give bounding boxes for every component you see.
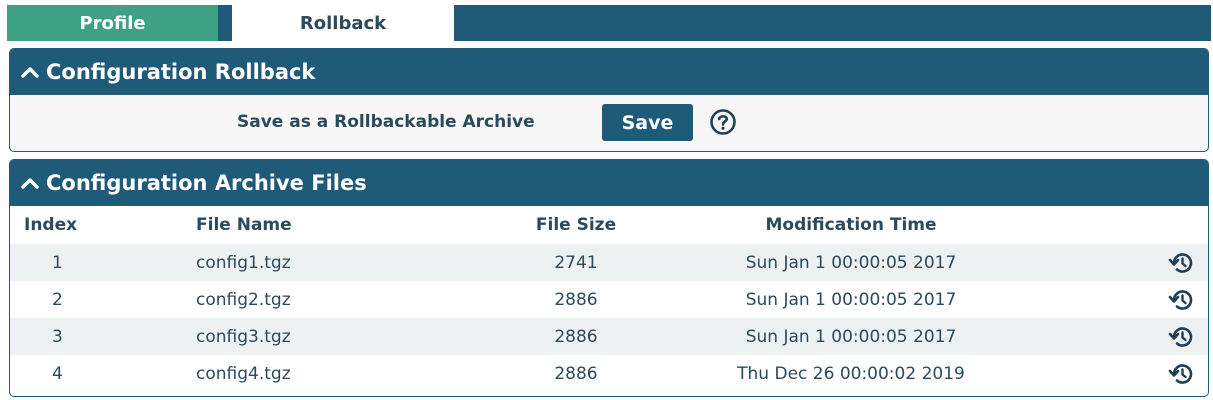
cell-action bbox=[1036, 355, 1208, 392]
archive-files-table: Index File Name File Size Modification T… bbox=[10, 206, 1208, 392]
save-row: Save as a Rollbackable Archive Save bbox=[10, 95, 1208, 151]
save-button[interactable]: Save bbox=[602, 104, 693, 141]
restore-history-icon[interactable] bbox=[1168, 324, 1194, 350]
cell-file-size: 2886 bbox=[486, 281, 666, 318]
restore-history-icon[interactable] bbox=[1168, 250, 1194, 276]
cell-file-size: 2741 bbox=[486, 244, 666, 281]
cell-index: 3 bbox=[10, 318, 196, 355]
table-row: 1 config1.tgz 2741 Sun Jan 1 00:00:05 20… bbox=[10, 244, 1208, 281]
column-header-modification-time: Modification Time bbox=[666, 206, 1036, 244]
cell-file-size: 2886 bbox=[486, 318, 666, 355]
tab-profile[interactable]: Profile bbox=[7, 5, 218, 41]
cell-modification-time: Sun Jan 1 00:00:05 2017 bbox=[666, 281, 1036, 318]
table-row: 4 config4.tgz 2886 Thu Dec 26 00:00:02 2… bbox=[10, 355, 1208, 392]
panel-title: Configuration Rollback bbox=[46, 60, 316, 84]
cell-modification-time: Sun Jan 1 00:00:05 2017 bbox=[666, 244, 1036, 281]
column-header-file-size: File Size bbox=[486, 206, 666, 244]
column-header-action bbox=[1036, 206, 1208, 244]
chevron-up-icon[interactable] bbox=[20, 176, 42, 190]
column-header-file-name: File Name bbox=[196, 206, 486, 244]
restore-history-icon[interactable] bbox=[1168, 287, 1194, 313]
configuration-archive-header[interactable]: Configuration Archive Files bbox=[10, 160, 1208, 206]
cell-action bbox=[1036, 244, 1208, 281]
cell-modification-time: Sun Jan 1 00:00:05 2017 bbox=[666, 318, 1036, 355]
save-archive-label: Save as a Rollbackable Archive bbox=[237, 112, 535, 132]
cell-modification-time: Thu Dec 26 00:00:02 2019 bbox=[666, 355, 1036, 392]
chevron-up-icon[interactable] bbox=[20, 65, 42, 79]
panel-title: Configuration Archive Files bbox=[46, 171, 367, 195]
cell-action bbox=[1036, 281, 1208, 318]
tab-bar: Profile Rollback bbox=[7, 5, 1211, 41]
configuration-rollback-panel: Configuration Rollback Save as a Rollbac… bbox=[9, 48, 1209, 152]
cell-action bbox=[1036, 318, 1208, 355]
column-header-index: Index bbox=[10, 206, 196, 244]
cell-file-name: config4.tgz bbox=[196, 355, 486, 392]
cell-file-name: config3.tgz bbox=[196, 318, 486, 355]
tab-rollback[interactable]: Rollback bbox=[232, 5, 454, 41]
cell-index: 4 bbox=[10, 355, 196, 392]
configuration-rollback-header[interactable]: Configuration Rollback bbox=[10, 49, 1208, 95]
configuration-archive-panel: Configuration Archive Files Index File N… bbox=[9, 159, 1209, 397]
table-row: 2 config2.tgz 2886 Sun Jan 1 00:00:05 20… bbox=[10, 281, 1208, 318]
help-circle-icon[interactable] bbox=[709, 108, 737, 136]
restore-history-icon[interactable] bbox=[1168, 361, 1194, 387]
table-row: 3 config3.tgz 2886 Sun Jan 1 00:00:05 20… bbox=[10, 318, 1208, 355]
table-header-row: Index File Name File Size Modification T… bbox=[10, 206, 1208, 244]
cell-index: 1 bbox=[10, 244, 196, 281]
cell-file-size: 2886 bbox=[486, 355, 666, 392]
cell-file-name: config2.tgz bbox=[196, 281, 486, 318]
cell-file-name: config1.tgz bbox=[196, 244, 486, 281]
cell-index: 2 bbox=[10, 281, 196, 318]
